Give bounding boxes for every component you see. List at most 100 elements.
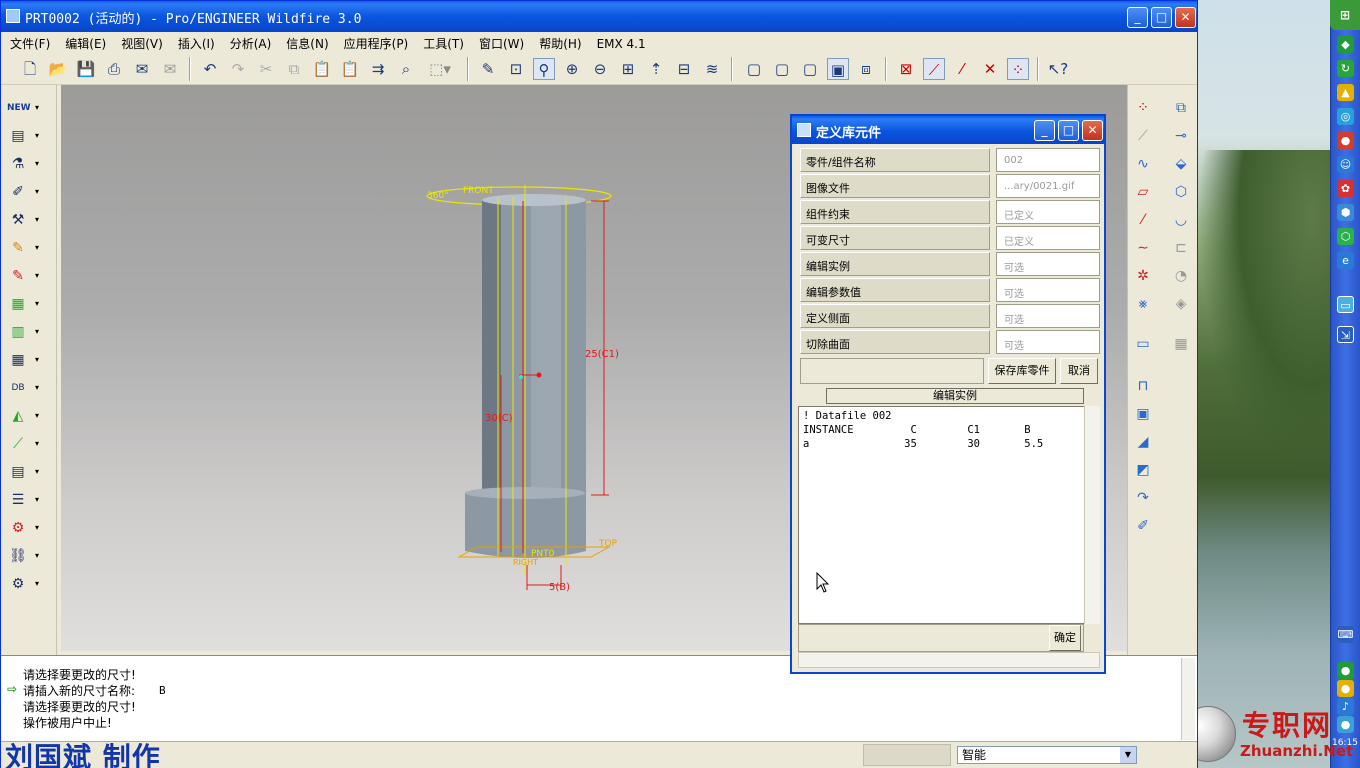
datum-plane-icon[interactable]: ⊠: [895, 58, 917, 80]
open-icon[interactable]: 📂: [47, 58, 69, 80]
arm-icon[interactable]: ⚒: [7, 209, 29, 231]
dialog-minimize-button[interactable]: _: [1034, 120, 1055, 141]
update-icon[interactable]: ⬢: [1337, 204, 1354, 221]
selection-filter[interactable]: 智能 ▼: [957, 746, 1137, 764]
edit-instance-tab[interactable]: 编辑实例: [826, 388, 1084, 404]
spin-center-icon[interactable]: ⚲: [533, 58, 555, 80]
analysis-tool-icon[interactable]: ▭: [1132, 333, 1154, 355]
orient-icon[interactable]: ⊡: [505, 58, 527, 80]
refit-icon[interactable]: ⊞: [617, 58, 639, 80]
row-define-side-label[interactable]: 定义侧面: [800, 304, 990, 328]
ie-icon[interactable]: e: [1337, 252, 1354, 269]
datum-display-icon[interactable]: ⁘: [1007, 58, 1029, 80]
menu-analysis[interactable]: 分析(A): [221, 32, 278, 52]
instance-table-text[interactable]: ! Datafile 002 INSTANCE C C1 B a 35 30 5…: [803, 409, 1043, 451]
curve-icon[interactable]: ∼: [1132, 237, 1154, 259]
row-variable-dims-label[interactable]: 可变尺寸: [800, 226, 990, 250]
menu-applications[interactable]: 应用程序(P): [335, 32, 415, 52]
datum-tool-icon[interactable]: ⟋: [1132, 125, 1154, 147]
regenerate-icon[interactable]: ⇉: [367, 58, 389, 80]
datum-plane-tool-icon[interactable]: ▱: [1132, 181, 1154, 203]
shading-icon[interactable]: ▣: [827, 58, 849, 80]
chevron-down-icon[interactable]: ▼: [1120, 747, 1136, 763]
qq-icon[interactable]: ☺: [1337, 156, 1354, 173]
row-edit-params-label[interactable]: 编辑参数值: [800, 278, 990, 302]
copy-geometry-icon[interactable]: ⧉: [1170, 97, 1192, 119]
wireframe-icon[interactable]: ▢: [743, 58, 765, 80]
coord-sys-icon[interactable]: ✕: [979, 58, 1001, 80]
refresh-tray-icon[interactable]: ↻: [1337, 60, 1354, 77]
zoom-out-icon[interactable]: ⊖: [589, 58, 611, 80]
network-icon[interactable]: ◎: [1337, 108, 1354, 125]
shell-icon[interactable]: ⬡: [1170, 181, 1192, 203]
editor-horizontal-scrollbar[interactable]: [798, 652, 1100, 668]
hole-icon[interactable]: ⬙: [1170, 153, 1192, 175]
minimize-button[interactable]: _: [1127, 7, 1148, 28]
point-tool-icon[interactable]: ✲: [1132, 265, 1154, 287]
rib-icon[interactable]: ◡: [1170, 209, 1192, 231]
datum-axis-icon[interactable]: ⟋: [923, 58, 945, 80]
table-icon[interactable]: ▦: [7, 349, 29, 371]
menu-tools[interactable]: 工具(T): [414, 32, 470, 52]
boundary-icon[interactable]: ✐: [1132, 515, 1154, 537]
datum-axis-tool-icon[interactable]: ⊸: [1170, 125, 1192, 147]
family-table-icon[interactable]: ▤: [7, 461, 29, 483]
db-icon[interactable]: DB: [7, 377, 29, 399]
print-icon[interactable]: ⎙: [103, 58, 125, 80]
chamfer-icon[interactable]: ◈: [1170, 293, 1192, 315]
datum-point-icon[interactable]: ⁄: [951, 58, 973, 80]
editor-vertical-scrollbar[interactable]: [1084, 406, 1100, 624]
maximize-button[interactable]: □: [1151, 7, 1172, 28]
find-icon[interactable]: ⌕: [395, 58, 417, 80]
send-mail-icon[interactable]: ✉: [159, 58, 181, 80]
round-icon[interactable]: ◔: [1170, 265, 1192, 287]
proe-task-icon[interactable]: ⇲: [1337, 326, 1354, 343]
datum-display-filter-icon[interactable]: ⁘: [1132, 97, 1154, 119]
flower-icon[interactable]: ✿: [1337, 180, 1354, 197]
close-button[interactable]: ✕: [1175, 7, 1196, 28]
named-view-icon[interactable]: ⊟: [673, 58, 695, 80]
tray-green-icon[interactable]: ●: [1337, 662, 1354, 679]
measure-icon[interactable]: ▥: [7, 321, 29, 343]
param-icon[interactable]: ⚗: [7, 153, 29, 175]
save-library-part-button[interactable]: 保存库零件: [988, 358, 1056, 384]
keyboard-icon[interactable]: ⌨: [1337, 626, 1354, 643]
dialog-title-bar[interactable]: 定义库元件 _ □ ✕: [792, 116, 1104, 144]
menu-edit[interactable]: 编辑(E): [56, 32, 112, 52]
undo-icon[interactable]: ↶: [199, 58, 221, 80]
assembly-icon[interactable]: ⚙: [7, 573, 29, 595]
marker-icon[interactable]: ✎: [7, 265, 29, 287]
send-icon[interactable]: ✉: [131, 58, 153, 80]
context-help-icon[interactable]: ↖?: [1047, 58, 1069, 80]
pattern-icon[interactable]: ⟋: [7, 433, 29, 455]
dialog-close-button[interactable]: ✕: [1082, 120, 1103, 141]
hidden-line-icon[interactable]: ▢: [771, 58, 793, 80]
menu-view[interactable]: 视图(V): [112, 32, 169, 52]
tree-icon[interactable]: ▦: [7, 293, 29, 315]
reorient-icon[interactable]: ⇡: [645, 58, 667, 80]
security-icon[interactable]: ⬡: [1337, 228, 1354, 245]
select-box-icon[interactable]: ⬚▾: [423, 58, 457, 80]
extrude-icon[interactable]: ⊓: [1132, 375, 1154, 397]
tray-yellow-icon[interactable]: ●: [1337, 680, 1354, 697]
save-icon[interactable]: 💾: [75, 58, 97, 80]
menu-info[interactable]: 信息(N): [277, 32, 334, 52]
cancel-button[interactable]: 取消: [1060, 358, 1098, 384]
datum-line-icon[interactable]: ⁄: [1132, 209, 1154, 231]
pen-icon[interactable]: ✎: [7, 237, 29, 259]
menu-emx[interactable]: EMX 4.1: [588, 34, 652, 51]
title-bar[interactable]: PRT0002 (活动的) - Pro/ENGINEER Wildfire 3.…: [1, 1, 1197, 32]
menu-help[interactable]: 帮助(H): [530, 32, 587, 52]
layers-icon[interactable]: ≋: [701, 58, 723, 80]
row-cut-surface-label[interactable]: 切除曲面: [800, 330, 990, 354]
dialog-maximize-button[interactable]: □: [1058, 120, 1079, 141]
message-scrollbar[interactable]: [1181, 658, 1195, 740]
redo-icon[interactable]: ↷: [227, 58, 249, 80]
paste-special-icon[interactable]: 📋: [339, 58, 361, 80]
windows-logo-icon[interactable]: ⊞: [1330, 0, 1360, 30]
new-feature-icon[interactable]: NEW: [7, 97, 31, 119]
row-edit-instance-label[interactable]: 编辑实例: [800, 252, 990, 276]
zoom-in-icon[interactable]: ⊕: [561, 58, 583, 80]
layer-icon[interactable]: ▤: [7, 125, 29, 147]
row-constraints-label[interactable]: 组件约束: [800, 200, 990, 224]
